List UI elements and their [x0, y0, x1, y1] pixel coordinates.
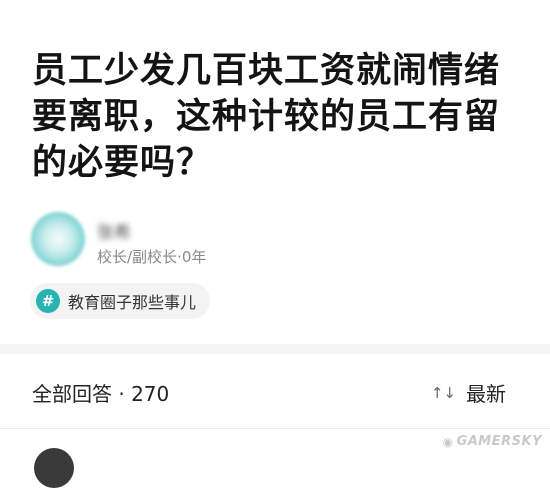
author-meta: 校长/副校长·0年 — [97, 248, 207, 266]
sort-button[interactable]: ↑↓ 最新 — [431, 378, 506, 407]
hash-icon: # — [36, 289, 60, 313]
author-name[interactable]: 张希 — [97, 218, 131, 243]
weibo-icon: ◉ — [442, 434, 454, 449]
question-title: 员工少发几百块工资就闹情绪要离职，这种计较的员工有留的必要吗？ — [32, 51, 501, 183]
watermark-text: GAMERSKY — [456, 434, 542, 449]
author-row[interactable]: 张希 校长/副校长·0年 — [31, 212, 331, 268]
section-divider — [0, 344, 550, 354]
author-avatar[interactable] — [31, 212, 85, 266]
answers-header: 全部回答 · 270 ↑↓ 最新 — [0, 354, 550, 428]
divider-line — [0, 428, 550, 429]
topic-tag-label: 教育圈子那些事儿 — [68, 293, 197, 312]
answers-count: 全部回答 · 270 — [32, 382, 170, 406]
answer-avatar[interactable] — [34, 448, 74, 488]
sort-icon: ↑↓ — [430, 383, 456, 402]
watermark: ◉ GAMERSKY — [443, 434, 542, 449]
sort-label: 最新 — [466, 382, 506, 406]
topic-tag[interactable]: # 教育圈子那些事儿 — [30, 283, 211, 319]
